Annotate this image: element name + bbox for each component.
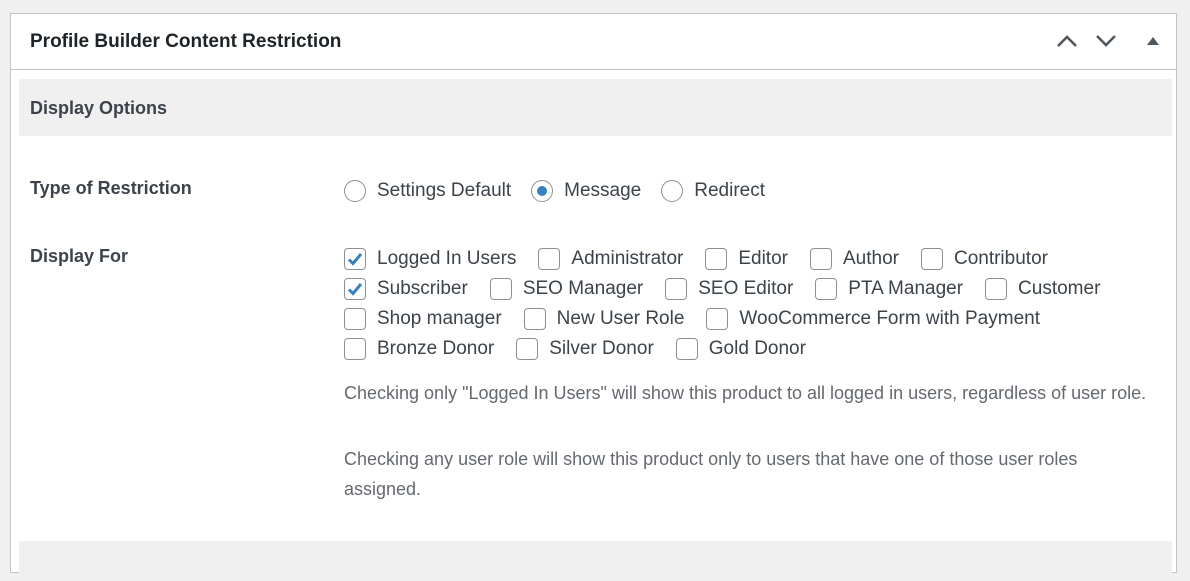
checkbox[interactable] <box>985 278 1008 300</box>
option-label: Silver Donor <box>549 338 654 359</box>
option-label: Redirect <box>694 180 765 201</box>
restriction-options: Settings Default Message Redirect <box>344 176 785 206</box>
help-text-user-roles: Checking any user role will show this pr… <box>344 449 1078 499</box>
role-row: Logged In Users Administrator Editor Author… <box>344 244 1122 274</box>
chevron-down-icon <box>1096 35 1116 47</box>
role-row: Bronze Donor Silver Donor Gold Donor <box>344 334 1122 364</box>
option-label: PTA Manager <box>848 278 964 299</box>
role-option-woocommerce-form-with-payment[interactable]: WooCommerce Form with Payment <box>706 308 1040 330</box>
checkbox[interactable] <box>344 338 366 360</box>
checkbox[interactable] <box>523 308 546 330</box>
checkbox[interactable] <box>516 338 539 360</box>
panel-header: Profile Builder Content Restriction <box>11 14 1176 70</box>
panel-title: Profile Builder Content Restriction <box>30 31 342 52</box>
option-label: Gold Donor <box>708 338 806 359</box>
option-label: SEO Manager <box>522 278 644 299</box>
next-section-header <box>19 541 1172 581</box>
option-label: Customer <box>1018 278 1101 299</box>
option-label: New User Role <box>556 308 685 329</box>
section-title: Display Options <box>30 98 168 118</box>
role-option-bronze-donor[interactable]: Bronze Donor <box>344 338 494 360</box>
role-option-subscriber[interactable]: Subscriber <box>344 278 468 300</box>
checkmark-icon <box>347 253 363 266</box>
role-option-customer[interactable]: Customer <box>985 278 1100 300</box>
toggle-panel-button[interactable] <box>1138 26 1168 56</box>
option-label: Administrator <box>571 248 684 269</box>
chevron-up-icon <box>1057 35 1077 47</box>
option-label: WooCommerce Form with Payment <box>739 308 1040 329</box>
display-options-section: Display Options <box>19 79 1172 136</box>
option-label: Subscriber <box>377 278 468 299</box>
role-option-contributor[interactable]: Contributor <box>920 248 1048 270</box>
checkbox[interactable] <box>705 248 728 270</box>
role-option-new-user-role[interactable]: New User Role <box>523 308 685 330</box>
role-option-editor[interactable]: Editor <box>705 248 788 270</box>
role-option-author[interactable]: Author <box>809 248 899 270</box>
checkbox[interactable] <box>675 338 698 360</box>
help-text-logged-in: Checking only "Logged In Users" will sho… <box>344 383 1147 403</box>
role-option-administrator[interactable]: Administrator <box>538 248 683 270</box>
role-option-pta-manager[interactable]: PTA Manager <box>815 278 963 300</box>
display-for-options: Logged In Users Administrator Editor Author… <box>344 244 1122 364</box>
option-label: Shop manager <box>377 308 502 329</box>
checkbox[interactable] <box>344 248 366 270</box>
role-row: Subscriber SEO Manager SEO Editor PTA Manag… <box>344 274 1122 304</box>
move-up-button[interactable] <box>1052 26 1082 56</box>
option-label: Editor <box>738 248 788 269</box>
checkbox[interactable] <box>706 308 729 330</box>
option-label: Settings Default <box>377 180 512 201</box>
display-for-label: Display For <box>30 246 129 266</box>
role-option-logged-in-users[interactable]: Logged In Users <box>344 248 516 270</box>
checkmark-icon <box>347 283 363 296</box>
checkbox[interactable] <box>489 278 512 300</box>
checkbox[interactable] <box>809 248 832 270</box>
option-label: Bronze Donor <box>377 338 495 359</box>
option-label: Contributor <box>953 248 1048 269</box>
role-option-seo-manager[interactable]: SEO Manager <box>489 278 644 300</box>
option-label: SEO Editor <box>698 278 794 299</box>
checkbox[interactable] <box>344 278 366 300</box>
radio-button[interactable] <box>344 180 366 202</box>
content-restriction-panel: Profile Builder Content Restriction Disp… <box>10 13 1177 581</box>
move-down-button[interactable] <box>1091 26 1121 56</box>
triangle-up-icon <box>1147 37 1159 45</box>
restriction-option-settings-default[interactable]: Settings Default <box>344 180 511 202</box>
option-label: Author <box>842 248 899 269</box>
role-option-shop-manager[interactable]: Shop manager <box>344 308 502 330</box>
role-option-seo-editor[interactable]: SEO Editor <box>665 278 793 300</box>
type-of-restriction-label: Type of Restriction <box>30 178 192 198</box>
radio-button[interactable] <box>531 180 554 202</box>
restriction-option-message[interactable]: Message <box>531 180 641 202</box>
role-option-gold-donor[interactable]: Gold Donor <box>675 338 806 360</box>
checkbox[interactable] <box>344 308 366 330</box>
checkbox[interactable] <box>538 248 561 270</box>
checkbox[interactable] <box>815 278 838 300</box>
checkbox[interactable] <box>920 248 943 270</box>
radio-button[interactable] <box>661 180 684 202</box>
option-label: Logged In Users <box>377 248 517 269</box>
role-row: Shop manager New User Role WooCommerce For… <box>344 304 1122 334</box>
checkbox[interactable] <box>665 278 688 300</box>
restriction-option-redirect[interactable]: Redirect <box>661 180 765 202</box>
option-label: Message <box>564 180 642 201</box>
role-option-silver-donor[interactable]: Silver Donor <box>516 338 654 360</box>
